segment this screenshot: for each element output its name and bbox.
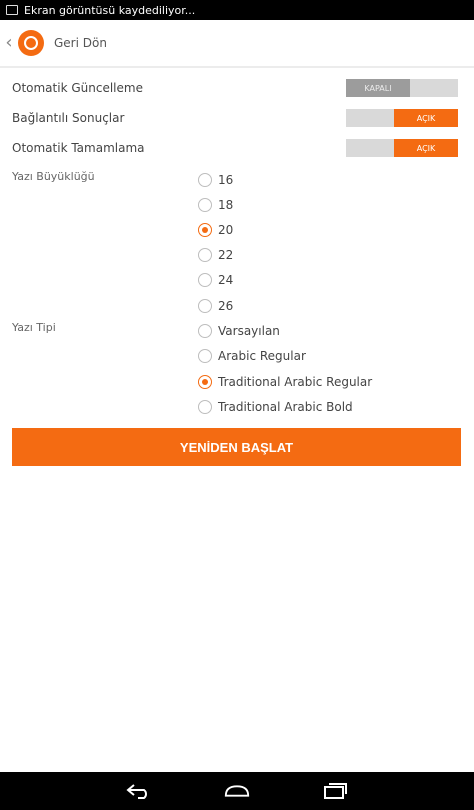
auto-update-switch[interactable]: KAPALI <box>346 79 458 97</box>
radio-button[interactable] <box>198 324 212 338</box>
font-type-label: Yazı Tipi <box>12 321 56 334</box>
status-notification-text: Ekran görüntüsü kaydediliyor... <box>24 3 196 17</box>
font-size-label: Yazı Büyüklüğü <box>12 170 95 183</box>
radio-font-type-traditional-bold[interactable]: Traditional Arabic Bold <box>198 397 353 417</box>
radio-font-size-26[interactable]: 26 <box>198 296 233 316</box>
radio-label: 22 <box>218 248 234 262</box>
radio-font-type-traditional-regular[interactable]: Traditional Arabic Regular <box>198 372 372 392</box>
radio-button[interactable] <box>198 299 212 313</box>
radio-label: 16 <box>218 173 234 187</box>
radio-font-size-22[interactable]: 22 <box>198 245 233 265</box>
radio-font-size-18[interactable]: 18 <box>198 195 233 215</box>
restart-button[interactable]: YENİDEN BAŞLAT <box>12 428 461 466</box>
setting-label: Otomatik Tamamlama <box>12 141 145 155</box>
app-logo-icon[interactable] <box>18 30 44 56</box>
radio-button[interactable] <box>198 400 212 414</box>
radio-label: Traditional Arabic Bold <box>218 400 353 414</box>
radio-button[interactable] <box>198 273 212 287</box>
radio-button[interactable] <box>198 349 212 363</box>
back-icon[interactable] <box>125 781 153 801</box>
related-results-switch[interactable]: AÇIK <box>346 109 458 127</box>
switch-thumb: AÇIK <box>394 139 458 157</box>
radio-button-checked[interactable] <box>198 375 212 389</box>
back-label[interactable]: Geri Dön <box>54 36 107 50</box>
radio-button[interactable] <box>198 173 212 187</box>
radio-label: 18 <box>218 198 234 212</box>
chevron-left-icon[interactable]: ‹ <box>2 34 16 52</box>
switch-thumb: AÇIK <box>394 109 458 127</box>
status-bar: Ekran görüntüsü kaydediliyor... <box>0 0 474 20</box>
radio-font-size-20[interactable]: 20 <box>198 220 233 240</box>
radio-font-type-arabic-regular[interactable]: Arabic Regular <box>198 346 306 366</box>
screenshot-icon <box>6 5 18 15</box>
radio-font-size-24[interactable]: 24 <box>198 270 233 290</box>
radio-font-type-default[interactable]: Varsayılan <box>198 321 280 341</box>
radio-button-checked[interactable] <box>198 223 212 237</box>
setting-row-related-results: Bağlantılı Sonuçlar AÇIK <box>0 106 474 130</box>
auto-complete-switch[interactable]: AÇIK <box>346 139 458 157</box>
header-divider <box>0 66 474 68</box>
radio-label: Arabic Regular <box>218 349 306 363</box>
radio-label: 20 <box>218 223 234 237</box>
action-bar: ‹ Geri Dön <box>0 20 474 66</box>
recent-apps-icon[interactable] <box>321 781 349 801</box>
radio-button[interactable] <box>198 248 212 262</box>
setting-label: Otomatik Güncelleme <box>12 81 143 95</box>
system-nav-bar <box>0 772 474 810</box>
switch-thumb: KAPALI <box>346 79 410 97</box>
radio-label: 24 <box>218 273 234 287</box>
radio-label: 26 <box>218 299 234 313</box>
setting-row-auto-update: Otomatik Güncelleme KAPALI <box>0 76 474 100</box>
radio-font-size-16[interactable]: 16 <box>198 170 233 190</box>
setting-label: Bağlantılı Sonuçlar <box>12 111 125 125</box>
home-icon[interactable] <box>223 781 251 801</box>
radio-button[interactable] <box>198 198 212 212</box>
radio-label: Varsayılan <box>218 324 280 338</box>
setting-row-auto-complete: Otomatik Tamamlama AÇIK <box>0 136 474 160</box>
radio-label: Traditional Arabic Regular <box>218 375 373 389</box>
